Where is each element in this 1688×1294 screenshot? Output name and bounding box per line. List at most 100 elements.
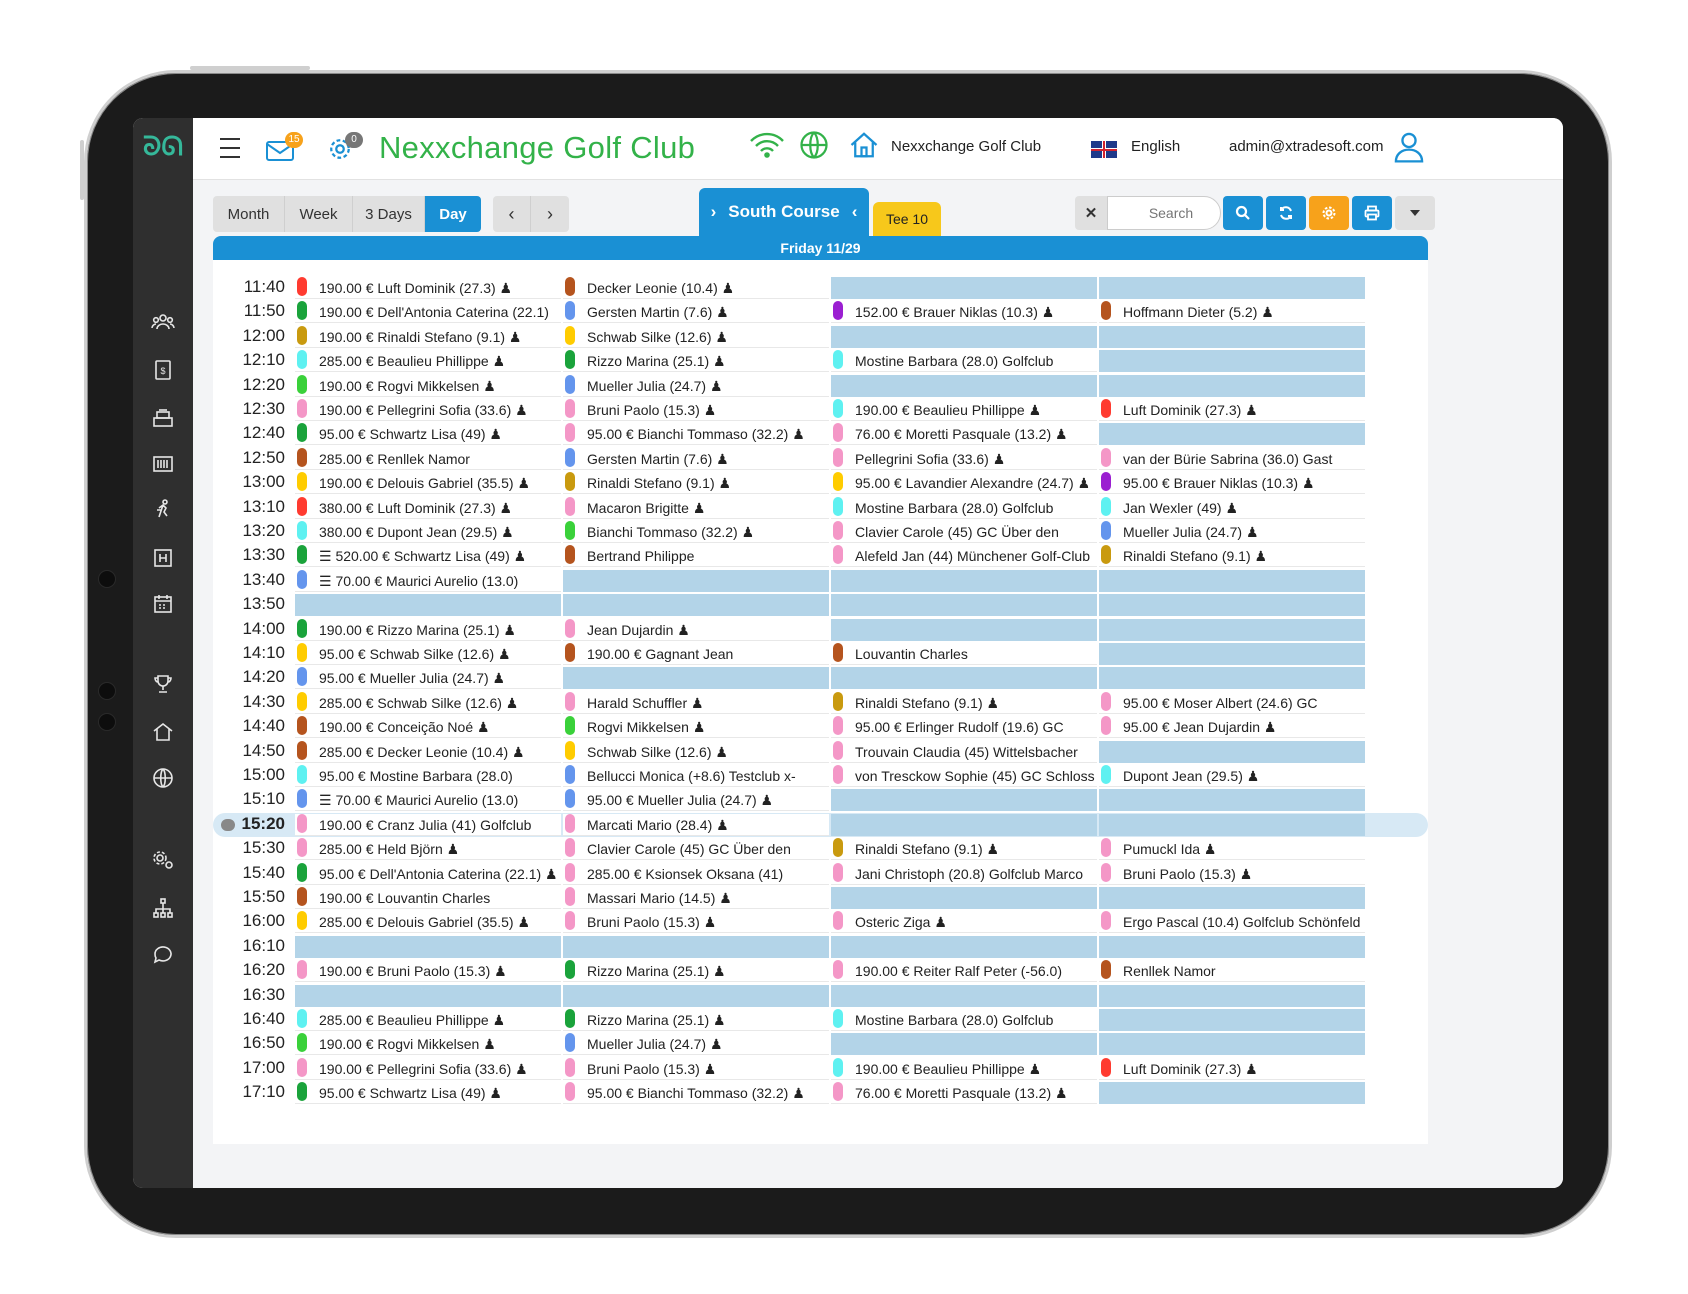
course-selector[interactable]: › South Course ‹ — [699, 188, 869, 236]
booking-slot[interactable]: 95.00 € Bianchi Tommaso (32.2) ♟ — [563, 423, 829, 446]
booking-slot[interactable]: 76.00 € Moretti Pasquale (13.2) ♟ — [831, 1082, 1097, 1105]
booking-slot[interactable]: Decker Leonie (10.4) ♟ — [563, 277, 829, 299]
booking-slot[interactable]: 95.00 € Lavandier Alexandre (24.7) ♟ — [831, 472, 1097, 495]
empty-slot[interactable] — [831, 667, 1097, 690]
empty-slot[interactable] — [831, 594, 1097, 617]
empty-slot[interactable] — [1099, 887, 1365, 909]
view-day-button[interactable]: Day — [425, 196, 481, 232]
empty-slot[interactable] — [1099, 789, 1365, 812]
booking-slot[interactable]: 285.00 € Beaulieu Phillippe ♟ — [295, 1009, 561, 1031]
booking-slot[interactable]: 95.00 € Jean Dujardin ♟ — [1099, 716, 1365, 739]
booking-slot[interactable]: Bellucci Monica (+8.6) Testclub x- — [563, 765, 829, 787]
booking-slot[interactable]: Macaron Brigitte ♟ — [563, 496, 829, 519]
empty-slot[interactable] — [831, 935, 1097, 958]
view-week-button[interactable]: Week — [285, 196, 353, 232]
user-email[interactable]: admin@xtradesoft.com — [1229, 138, 1383, 155]
booking-slot[interactable]: 95.00 € Mueller Julia (24.7) ♟ — [295, 667, 561, 690]
more-options-button[interactable] — [1395, 196, 1435, 230]
booking-slot[interactable]: Jani Christoph (20.8) Golfclub Marco — [831, 862, 1097, 885]
empty-slot[interactable] — [831, 813, 1097, 836]
print-button[interactable] — [1352, 196, 1392, 230]
booking-slot[interactable]: Rinaldi Stefano (9.1) ♟ — [1099, 545, 1365, 568]
booking-slot[interactable]: 190.00 € Bruni Paolo (15.3) ♟ — [295, 960, 561, 983]
booking-slot[interactable]: Pellegrini Sofia (33.6) ♟ — [831, 447, 1097, 470]
empty-slot[interactable] — [1099, 667, 1365, 690]
booking-slot[interactable]: Schwab Silke (12.6) ♟ — [563, 325, 829, 348]
settings-icon[interactable] — [147, 844, 179, 876]
booking-slot[interactable]: 190.00 € Conceição Noé ♟ — [295, 716, 561, 739]
empty-slot[interactable] — [1099, 643, 1365, 665]
empty-slot[interactable] — [1099, 325, 1365, 348]
booking-slot[interactable]: ☰ 70.00 € Maurici Aurelio (13.0) — [295, 569, 561, 592]
empty-slot[interactable] — [1099, 984, 1365, 1007]
booking-slot[interactable]: Pumuckl Ida ♟ — [1099, 838, 1365, 861]
next-day-button[interactable]: › — [531, 196, 569, 232]
clear-search-button[interactable]: ✕ — [1075, 196, 1107, 230]
booking-slot[interactable]: Rinaldi Stefano (9.1) ♟ — [563, 472, 829, 495]
booking-slot[interactable]: 95.00 € Moser Albert (24.6) GC — [1099, 691, 1365, 714]
booking-slot[interactable]: 285.00 € Ksionsek Oksana (41) — [563, 862, 829, 885]
activity-icon[interactable] — [147, 494, 179, 526]
booking-slot[interactable]: 190.00 € Luft Dominik (27.3) ♟ — [295, 277, 561, 299]
booking-slot[interactable]: 190.00 € Rogvi Mikkelsen ♟ — [295, 374, 561, 397]
booking-slot[interactable]: von Tresckow Sophie (45) GC Schloss — [831, 765, 1097, 787]
refresh-button[interactable] — [1266, 196, 1306, 230]
booking-slot[interactable]: 190.00 € Beaulieu Phillippe ♟ — [831, 1057, 1097, 1080]
trophy-icon[interactable] — [147, 668, 179, 700]
booking-slot[interactable]: 285.00 € Delouis Gabriel (35.5) ♟ — [295, 911, 561, 934]
view-month-button[interactable]: Month — [213, 196, 285, 232]
booking-slot[interactable]: 190.00 € Pellegrini Sofia (33.6) ♟ — [295, 1057, 561, 1080]
booking-slot[interactable]: Rogvi Mikkelsen ♟ — [563, 716, 829, 739]
booking-slot[interactable]: Clavier Carole (45) GC Über den — [563, 838, 829, 861]
booking-slot[interactable]: Hoffmann Dieter (5.2) ♟ — [1099, 301, 1365, 324]
language-selector[interactable]: English — [1131, 138, 1180, 155]
booking-slot[interactable]: Trouvain Claudia (45) Wittelsbacher — [831, 740, 1097, 763]
empty-slot[interactable] — [831, 887, 1097, 909]
search-button[interactable] — [1223, 196, 1263, 230]
booking-slot[interactable]: Jan Wexler (49) ♟ — [1099, 496, 1365, 519]
booking-slot[interactable]: Schwab Silke (12.6) ♟ — [563, 740, 829, 763]
group-icon[interactable] — [147, 306, 179, 338]
view-3days-button[interactable]: 3 Days — [353, 196, 425, 232]
empty-slot[interactable] — [295, 935, 561, 958]
empty-slot[interactable] — [1099, 569, 1365, 592]
tee-tab[interactable]: Tee 10 — [873, 202, 941, 236]
booking-slot[interactable]: 190.00 € Reiter Ralf Peter (-56.0) — [831, 960, 1097, 983]
empty-slot[interactable] — [563, 594, 829, 617]
empty-slot[interactable] — [1099, 618, 1365, 641]
empty-slot[interactable] — [1099, 935, 1365, 958]
booking-slot[interactable]: 190.00 € Gagnant Jean — [563, 643, 829, 665]
empty-slot[interactable] — [831, 618, 1097, 641]
booking-slot[interactable]: 76.00 € Moretti Pasquale (13.2) ♟ — [831, 423, 1097, 446]
booking-slot[interactable]: 190.00 € Pellegrini Sofia (33.6) ♟ — [295, 399, 561, 421]
settings-button[interactable] — [1309, 196, 1349, 230]
booking-slot[interactable]: 95.00 € Bianchi Tommaso (32.2) ♟ — [563, 1082, 829, 1105]
empty-slot[interactable] — [831, 569, 1097, 592]
booking-slot[interactable]: Gersten Martin (7.6) ♟ — [563, 301, 829, 324]
empty-slot[interactable] — [563, 984, 829, 1007]
booking-slot[interactable]: Marcati Mario (28.4) ♟ — [563, 813, 829, 836]
booking-slot[interactable]: Mueller Julia (24.7) ♟ — [1099, 521, 1365, 543]
chat-icon[interactable] — [147, 938, 179, 970]
booking-slot[interactable]: 190.00 € Dell'Antonia Caterina (22.1) — [295, 301, 561, 324]
empty-slot[interactable] — [295, 594, 561, 617]
empty-slot[interactable] — [1099, 1009, 1365, 1031]
booking-slot[interactable]: 190.00 € Beaulieu Phillippe ♟ — [831, 399, 1097, 421]
register-icon[interactable] — [147, 402, 179, 434]
booking-slot[interactable]: 95.00 € Brauer Niklas (10.3) ♟ — [1099, 472, 1365, 495]
empty-slot[interactable] — [563, 935, 829, 958]
booking-slot[interactable]: ☰ 70.00 € Maurici Aurelio (13.0) — [295, 789, 561, 812]
empty-slot[interactable] — [1099, 594, 1365, 617]
empty-slot[interactable] — [831, 1033, 1097, 1056]
booking-slot[interactable]: 95.00 € Schwartz Lisa (49) ♟ — [295, 1082, 561, 1105]
empty-slot[interactable] — [1099, 423, 1365, 446]
home-icon[interactable] — [147, 716, 179, 748]
booking-slot[interactable]: Louvantin Charles — [831, 643, 1097, 665]
booking-slot[interactable]: 95.00 € Mueller Julia (24.7) ♟ — [563, 789, 829, 812]
booking-slot[interactable]: 95.00 € Schwartz Lisa (49) ♟ — [295, 423, 561, 446]
empty-slot[interactable] — [831, 374, 1097, 397]
booking-slot[interactable]: Mostine Barbara (28.0) Golfclub — [831, 496, 1097, 519]
empty-slot[interactable] — [831, 789, 1097, 812]
booking-slot[interactable]: Gersten Martin (7.6) ♟ — [563, 447, 829, 470]
booking-slot[interactable]: 285.00 € Held Björn ♟ — [295, 838, 561, 861]
